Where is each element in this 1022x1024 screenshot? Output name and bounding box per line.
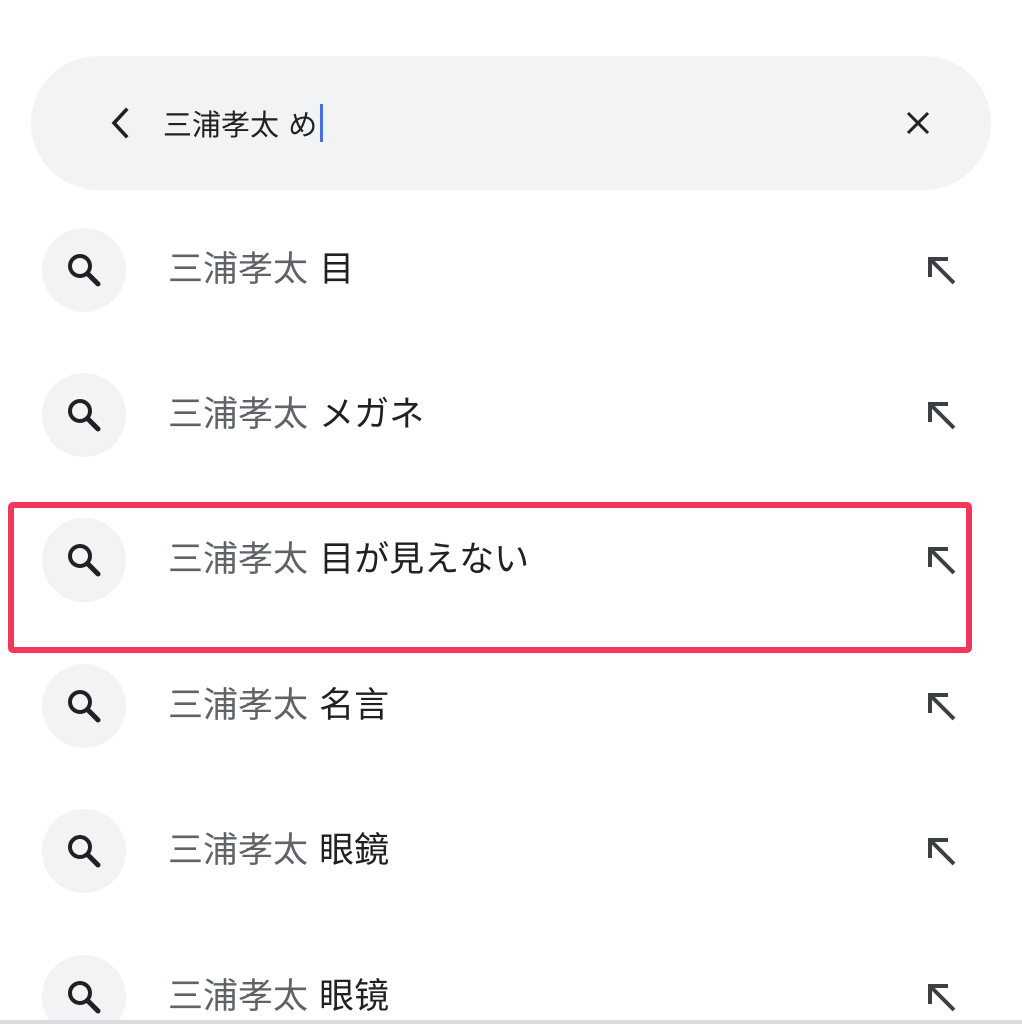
search-icon — [68, 981, 101, 1014]
search-icon — [68, 690, 101, 723]
search-icon — [68, 254, 101, 287]
arrow-up-left-icon — [928, 547, 956, 575]
suggestion-prefix: 三浦孝太 — [168, 395, 309, 435]
suggestion-prefix: 三浦孝太 — [168, 540, 309, 580]
search-icon-circle — [42, 809, 126, 893]
search-icon — [68, 399, 101, 432]
search-icon — [68, 544, 101, 577]
search-icon-circle — [42, 518, 126, 602]
search-icon-circle — [42, 373, 126, 457]
fill-query-button[interactable] — [916, 681, 966, 731]
search-icon-circle — [42, 955, 126, 1024]
suggestion-text: 三浦孝太 目 — [168, 248, 354, 292]
search-icon — [68, 835, 101, 868]
suggestion-text: 三浦孝太 眼镜 — [168, 975, 389, 1019]
fill-query-button[interactable] — [916, 390, 966, 440]
fill-query-button[interactable] — [916, 826, 966, 876]
suggestion-text: 三浦孝太 目が見えない — [168, 538, 529, 582]
search-suggestions-screen: 三浦孝太 め 三浦孝太 目三浦孝太 メガネ 三浦孝太 目が見えない 三浦孝太 名言三… — [0, 0, 1022, 1024]
suggestion-row[interactable]: 三浦孝太 目 — [0, 228, 1022, 312]
arrow-up-left-icon — [928, 838, 956, 866]
suggestion-row[interactable]: 三浦孝太 目が見えない — [0, 518, 1022, 602]
arrow-up-left-icon — [928, 257, 956, 285]
fill-query-button[interactable] — [916, 972, 966, 1022]
arrow-up-left-icon — [928, 693, 956, 721]
suggestion-prefix: 三浦孝太 — [168, 250, 309, 290]
suggestion-text: 三浦孝太 メガネ — [168, 393, 424, 437]
suggestion-row[interactable]: 三浦孝太 名言 — [0, 664, 1022, 748]
suggestion-suffix: 名言 — [319, 686, 390, 726]
suggestion-row[interactable]: 三浦孝太 メガネ — [0, 373, 1022, 457]
suggestion-text: 三浦孝太 眼鏡 — [168, 829, 389, 873]
suggestion-suffix: 眼鏡 — [319, 831, 390, 871]
suggestion-list: 三浦孝太 目三浦孝太 メガネ 三浦孝太 目が見えない 三浦孝太 名言 三浦孝太 眼鏡三… — [0, 0, 1022, 1024]
fill-query-button[interactable] — [916, 535, 966, 585]
suggestion-suffix: 眼镜 — [319, 977, 390, 1017]
arrow-up-left-icon — [928, 402, 956, 430]
suggestion-suffix: 目 — [319, 250, 355, 290]
search-icon-circle — [42, 664, 126, 748]
arrow-up-left-icon — [928, 984, 956, 1012]
suggestion-row[interactable]: 三浦孝太 眼镜 — [0, 955, 1022, 1024]
suggestion-text: 三浦孝太 名言 — [168, 684, 389, 728]
suggestion-prefix: 三浦孝太 — [168, 831, 309, 871]
fill-query-button[interactable] — [916, 245, 966, 295]
search-icon-circle — [42, 228, 126, 312]
bottom-divider — [0, 1020, 1022, 1024]
suggestion-suffix: 目が見えない — [319, 540, 530, 580]
suggestion-suffix: メガネ — [319, 395, 425, 435]
suggestion-prefix: 三浦孝太 — [168, 686, 309, 726]
suggestion-row[interactable]: 三浦孝太 眼鏡 — [0, 809, 1022, 893]
suggestion-prefix: 三浦孝太 — [168, 977, 309, 1017]
